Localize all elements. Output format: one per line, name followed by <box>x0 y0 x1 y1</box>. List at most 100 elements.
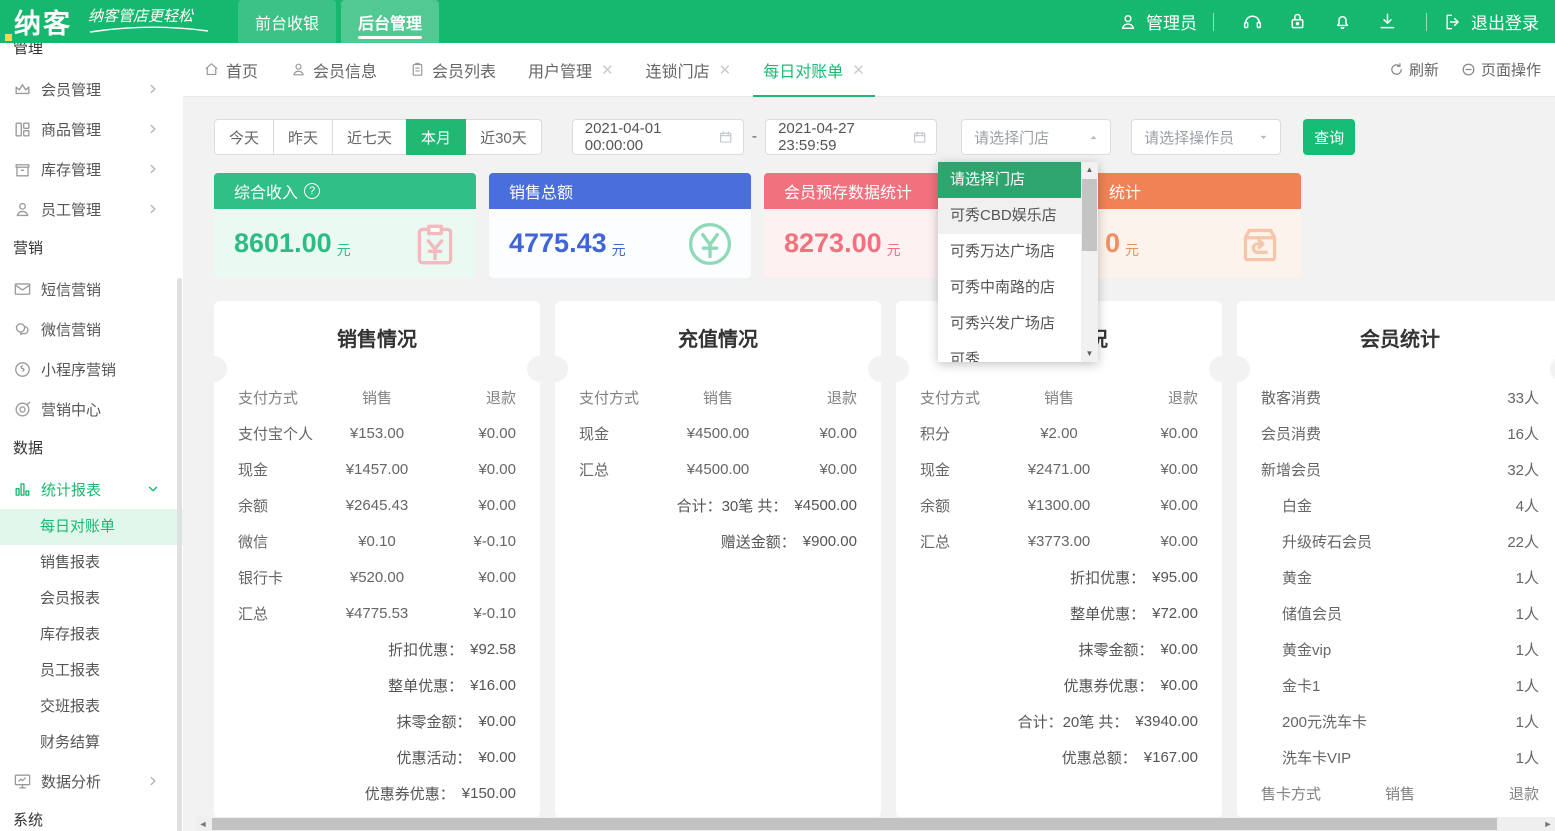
panel-summary-row: 优惠券优惠：¥0.00 <box>896 667 1222 703</box>
sidebar-subitem[interactable]: 会员报表 <box>0 581 183 617</box>
sidebar-subitem[interactable]: 每日对账单 <box>0 509 183 545</box>
table-cell: ¥0.00 <box>1114 533 1222 550</box>
logout-button[interactable]: 退出登录 <box>1443 9 1539 34</box>
summary-label: 折扣优惠： <box>1070 567 1145 588</box>
sidebar: 管理会员管理商品管理库存管理员工管理营销短信营销微信营销小程序营销营销中心数据统… <box>0 43 183 831</box>
filter-bar: 今天昨天近七天本月近30天 2021-04-01 00:00:00 - 2021… <box>214 119 1355 155</box>
dropdown-option[interactable]: 请选择门店 <box>938 162 1081 198</box>
member-stat-label: 黄金 <box>1237 567 1312 588</box>
tabbar-tab[interactable]: 用户管理✕ <box>528 43 614 97</box>
quick-range-button[interactable]: 昨天 <box>273 119 333 155</box>
sidebar-item[interactable]: 会员管理 <box>0 69 183 109</box>
sidebar-subitem[interactable]: 销售报表 <box>0 545 183 581</box>
sidebar-item[interactable]: 数据分析 <box>0 761 183 801</box>
bell-icon[interactable] <box>1332 11 1353 32</box>
sidebar-scrollbar[interactable] <box>177 278 182 831</box>
horizontal-scrollbar[interactable]: ◄ ► <box>196 817 1555 831</box>
sidebar-item[interactable]: 营销中心 <box>0 389 183 429</box>
close-icon[interactable]: ✕ <box>852 61 865 79</box>
dropdown-option[interactable]: 可秀兴发广场店 <box>938 306 1081 342</box>
summary-value: ¥4500.00 <box>794 497 857 514</box>
store-select[interactable]: 请选择门店 <box>961 119 1111 155</box>
member-stat-row: 200元洗车卡1人 <box>1237 703 1555 739</box>
download-icon[interactable] <box>1377 11 1398 32</box>
sidebar-section-label: 管理 <box>0 43 183 69</box>
miniprogram-icon <box>13 360 32 379</box>
dropdown-option[interactable]: 可秀 <box>938 342 1081 362</box>
quick-range-button[interactable]: 今天 <box>214 119 274 155</box>
close-icon[interactable]: ✕ <box>719 61 732 79</box>
quick-range-button[interactable]: 近30天 <box>465 119 542 155</box>
sidebar-item[interactable]: 员工管理 <box>0 189 183 229</box>
tabbar-tab[interactable]: 会员列表 <box>409 43 496 97</box>
tabbar: 首页 会员信息会员列表用户管理✕ 连锁门店✕ 每日对账单✕ 刷新 页面操作 <box>183 43 1555 97</box>
tabbar-tab[interactable]: 首页 <box>203 43 258 97</box>
app-logo: 纳客 <box>14 2 72 41</box>
panel-summary-row: 折扣优惠：¥95.00 <box>896 559 1222 595</box>
table-cell: 余额 <box>896 495 1004 516</box>
scroll-right-icon[interactable]: ► <box>1541 817 1555 831</box>
table-cell: ¥0.10 <box>322 533 433 550</box>
table-cell: 销售 <box>1345 783 1456 804</box>
topbar-nav-tab[interactable]: 前台收银 <box>238 0 336 43</box>
dropdown-scrollbar[interactable]: ▲ ▼ <box>1081 162 1098 362</box>
clock-icon <box>1461 62 1476 77</box>
list-icon <box>409 61 426 78</box>
summary-value: ¥16.00 <box>470 677 516 694</box>
page-actions-button[interactable]: 页面操作 <box>1461 59 1541 80</box>
panel-table-row: 现金¥1457.00¥0.00 <box>214 451 540 487</box>
help-icon[interactable]: ? <box>304 183 320 199</box>
sidebar-subitem[interactable]: 员工报表 <box>0 653 183 689</box>
sidebar-item[interactable]: 商品管理 <box>0 109 183 149</box>
panel-table-row: 支付方式销售退款 <box>214 379 540 415</box>
query-button[interactable]: 查询 <box>1303 119 1355 155</box>
tabbar-tab[interactable]: 会员信息 <box>290 43 377 97</box>
dropdown-option[interactable]: 可秀CBD娱乐店 <box>938 198 1081 234</box>
logout-icon <box>1443 12 1463 32</box>
operator-select[interactable]: 请选择操作员 <box>1131 119 1281 155</box>
calendar-icon <box>912 129 927 145</box>
user-icon <box>290 61 307 78</box>
panel-sales: 销售情况支付方式销售退款支付宝个人¥153.00¥0.00现金¥1457.00¥… <box>214 301 540 818</box>
tabbar-tab[interactable]: 连锁门店✕ <box>646 43 732 97</box>
quick-range-button[interactable]: 近七天 <box>332 119 407 155</box>
member-stat-label: 洗车卡VIP <box>1237 747 1351 768</box>
tab-label: 首页 <box>226 58 258 82</box>
sidebar-item[interactable]: 统计报表 <box>0 469 183 509</box>
sidebar-subitem[interactable]: 交班报表 <box>0 689 183 725</box>
panel-table-row: 积分¥2.00¥0.00 <box>896 415 1222 451</box>
panel-table-row: 汇总¥4775.53¥-0.10 <box>214 595 540 631</box>
dropdown-option[interactable]: 可秀万达广场店 <box>938 234 1081 270</box>
date-from-value: 2021-04-01 00:00:00 <box>585 120 719 154</box>
member-stat-label: 金卡1 <box>1237 675 1320 696</box>
sidebar-item[interactable]: 小程序营销 <box>0 349 183 389</box>
scrollbar-thumb[interactable] <box>212 818 1497 830</box>
chevron-right-icon <box>146 202 160 216</box>
tabbar-tab[interactable]: 每日对账单✕ <box>763 43 865 97</box>
sidebar-subitem[interactable]: 财务结算 <box>0 725 183 761</box>
date-from-input[interactable]: 2021-04-01 00:00:00 <box>572 119 744 155</box>
sidebar-item[interactable]: 库存管理 <box>0 149 183 189</box>
close-icon[interactable]: ✕ <box>601 61 614 79</box>
refresh-button[interactable]: 刷新 <box>1389 59 1439 80</box>
dropdown-option[interactable]: 可秀中南路的店 <box>938 270 1081 306</box>
scroll-down-icon[interactable]: ▼ <box>1081 346 1098 362</box>
support-headset-icon[interactable] <box>1242 11 1263 32</box>
table-cell: ¥4775.53 <box>322 605 433 622</box>
sidebar-subitem[interactable]: 库存报表 <box>0 617 183 653</box>
sidebar-item[interactable]: 短信营销 <box>0 269 183 309</box>
table-cell: 余额 <box>214 495 322 516</box>
table-cell: ¥153.00 <box>322 425 433 442</box>
dropdown-scrollbar-thumb[interactable] <box>1082 179 1097 251</box>
topbar-nav-tab[interactable]: 后台管理 <box>341 0 439 43</box>
lock-icon[interactable] <box>1287 11 1308 32</box>
user-menu[interactable]: 管理员 <box>1118 9 1197 34</box>
sidebar-item[interactable]: 微信营销 <box>0 309 183 349</box>
summary-value: ¥167.00 <box>1144 749 1198 766</box>
quick-range-button[interactable]: 本月 <box>406 119 466 155</box>
scroll-up-icon[interactable]: ▲ <box>1081 162 1098 178</box>
scroll-left-icon[interactable]: ◄ <box>196 817 210 831</box>
summary-label: 折扣优惠： <box>388 639 463 660</box>
sidebar-item-label: 库存管理 <box>41 159 101 180</box>
date-to-input[interactable]: 2021-04-27 23:59:59 <box>765 119 937 155</box>
